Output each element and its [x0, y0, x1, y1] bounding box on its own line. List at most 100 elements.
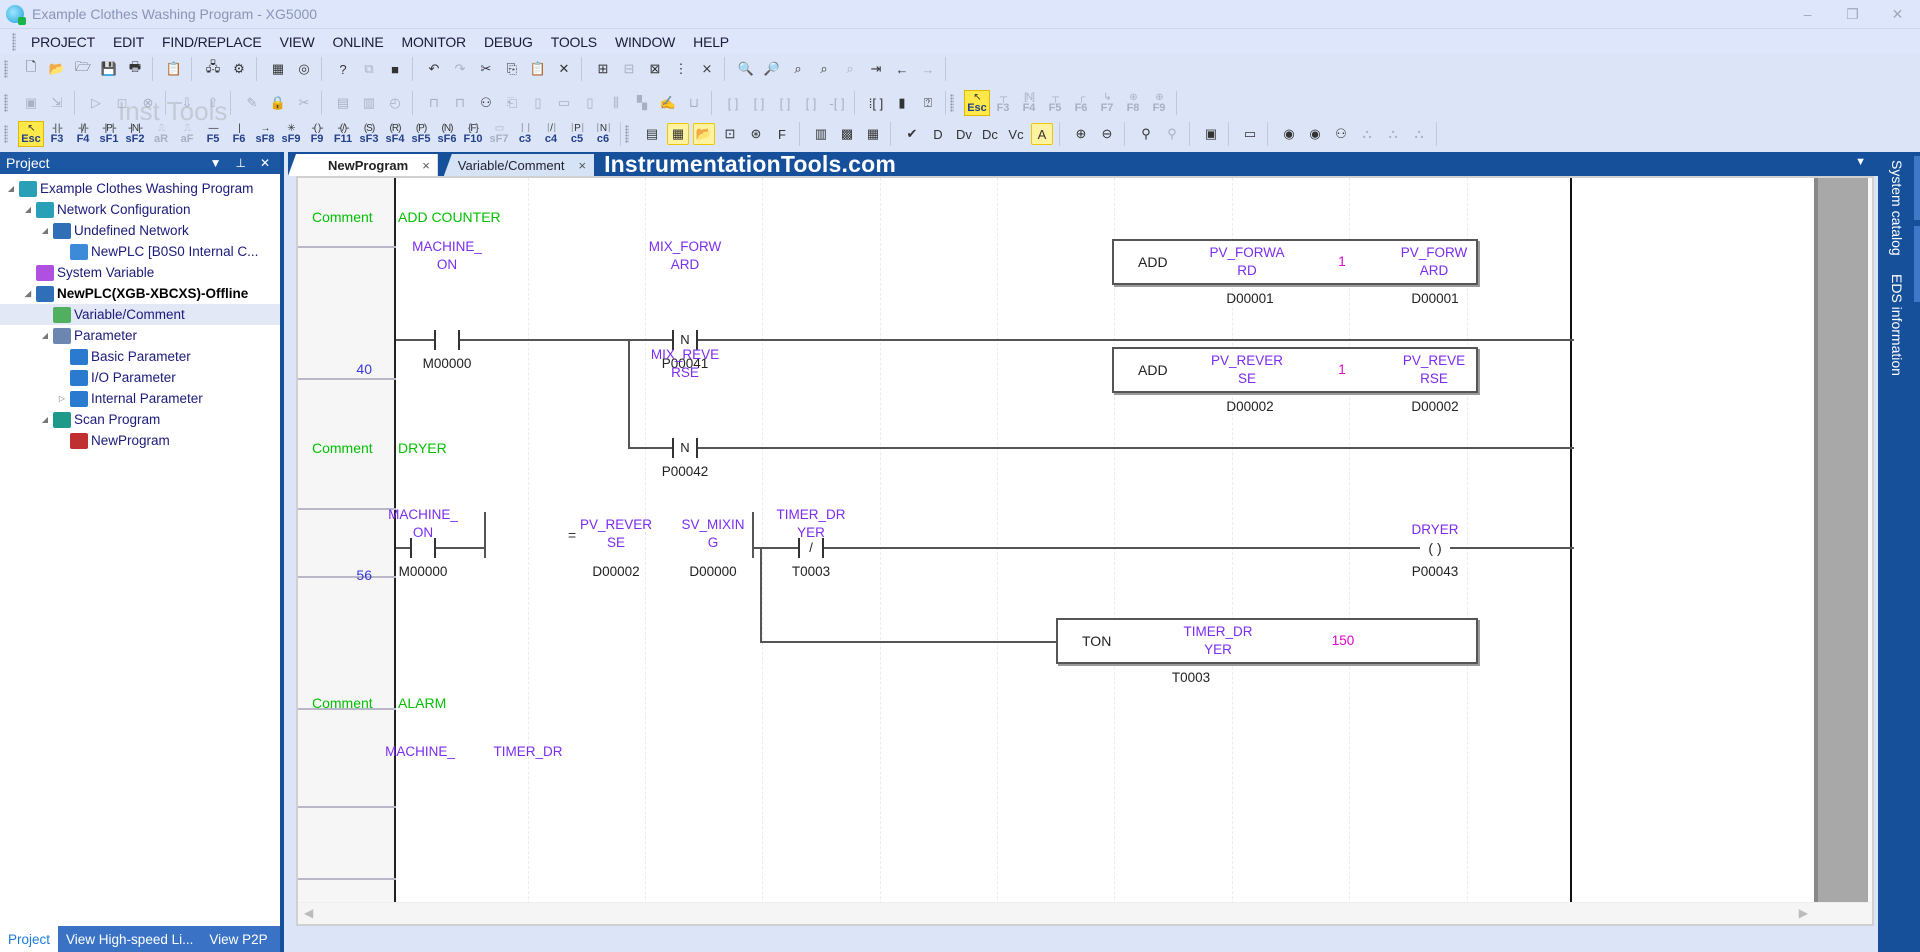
monitor-start-icon[interactable]: ▤: [332, 92, 354, 114]
clipboard-icon[interactable]: 📋: [163, 58, 185, 80]
ladder-key-sf8-button[interactable]: → sF8: [252, 121, 278, 147]
clear-icon[interactable]: ✂: [293, 92, 315, 114]
scroll-left-icon[interactable]: ◀: [304, 906, 313, 920]
comment-text[interactable]: ALARM: [398, 695, 446, 711]
ladder-key-f5-button[interactable]: — F5: [200, 121, 226, 147]
normally-open-contact[interactable]: [410, 538, 436, 558]
menu-tools[interactable]: TOOLS: [542, 34, 606, 50]
expand-toggle-icon[interactable]: ◢: [23, 289, 33, 298]
device-comment-icon[interactable]: Dc: [979, 123, 1001, 145]
message-icon[interactable]: ▭: [1239, 123, 1261, 145]
comment-text[interactable]: DRYER: [398, 440, 447, 456]
ladder-editor[interactable]: Comment ADD COUNTER 40 MACHINE_ ON M00000…: [296, 176, 1874, 926]
ladder-key-sf4-button[interactable]: (R) sF4: [382, 121, 408, 147]
io-list-icon[interactable]: ▦: [667, 123, 689, 145]
toolbar-grip[interactable]: [950, 94, 954, 112]
delete-icon[interactable]: ✕: [553, 58, 575, 80]
tree-node-undefined-network[interactable]: ◢ Undefined Network: [0, 220, 280, 241]
restore-button[interactable]: ❐: [1830, 0, 1875, 28]
ladder-key-sf6-button[interactable]: (N) sF6: [434, 121, 460, 147]
monitor-stop-icon[interactable]: ▥: [358, 92, 380, 114]
pause-icon[interactable]: ⊗: [137, 92, 159, 114]
variable-comment-icon[interactable]: Vc: [1005, 123, 1027, 145]
tree-node-variable-comment[interactable]: Variable/Comment: [0, 304, 280, 325]
close-button[interactable]: ✕: [1875, 0, 1920, 28]
used-device-icon[interactable]: ▩: [836, 123, 858, 145]
ladder-key-f7-button[interactable]: ↳ F7: [1094, 90, 1120, 116]
cross-ref-icon[interactable]: ▥: [810, 123, 832, 145]
tree-node-system-variable[interactable]: System Variable: [0, 262, 280, 283]
ladder-key-f3-button[interactable]: ┬ F3: [990, 90, 1016, 116]
io-assign-icon[interactable]: ▦: [862, 123, 884, 145]
rung-icon[interactable]: ⚇: [1330, 123, 1352, 145]
fb-library-icon[interactable]: ⊛: [745, 123, 767, 145]
zoom-out-icon[interactable]: ⊖: [1096, 123, 1118, 145]
ladder-key-c6-button[interactable]: ᛁNᛁ c6: [590, 121, 616, 147]
copy-icon[interactable]: ⎘: [501, 58, 523, 80]
insert-row-icon[interactable]: ⋮: [670, 58, 692, 80]
mode-stop-icon[interactable]: ▣: [20, 92, 42, 114]
pin-icon[interactable]: ⊥: [235, 156, 245, 170]
add-function-block[interactable]: ADD PV_FORWA RD 1 PV_FORW ARD: [1112, 239, 1478, 285]
toolbar-grip[interactable]: [625, 125, 629, 143]
layout-icon[interactable]: ▚: [631, 92, 653, 114]
slot-icon[interactable]: ▯: [579, 92, 601, 114]
mode-program-icon[interactable]: ⇲: [46, 92, 68, 114]
comment-text[interactable]: ADD COUNTER: [398, 209, 501, 225]
insert-line-icon[interactable]: ⊞: [592, 58, 614, 80]
dock-tab-eds-information[interactable]: EDS information: [1882, 270, 1912, 390]
toolbar-grip[interactable]: [4, 94, 8, 112]
write-modified-icon[interactable]: ◉: [1304, 123, 1326, 145]
ladder-key-f6-button[interactable]: ┌ F6: [1068, 90, 1094, 116]
tab-view-high-speed-link[interactable]: View High-speed Li...: [58, 926, 201, 952]
screen-icon[interactable]: ▣: [1200, 123, 1222, 145]
close-tab-icon[interactable]: ×: [422, 158, 430, 173]
tab-newprogram[interactable]: NewProgram ×: [288, 154, 438, 176]
tab-project[interactable]: Project: [0, 926, 59, 952]
expand-toggle-icon[interactable]: ◢: [40, 415, 50, 424]
io-monitor-icon[interactable]: ▦: [267, 58, 289, 80]
ladder-key-f4-button[interactable]: [N] F4: [1016, 90, 1042, 116]
ladder-key-sf1-button[interactable]: -|P|- sF1: [96, 121, 122, 147]
back-icon[interactable]: ←: [891, 58, 913, 80]
expand-toggle-icon[interactable]: ◢: [6, 184, 16, 193]
find-device-icon[interactable]: ⌕: [787, 58, 809, 80]
ton-timer-block[interactable]: TON TIMER_DR YER 150: [1056, 618, 1478, 664]
bracket-4-icon[interactable]: [ ]: [800, 92, 822, 114]
ladder-key-f6-button[interactable]: | F6: [226, 121, 252, 147]
replace-device-icon[interactable]: ⌕: [813, 58, 835, 80]
open-program-icon[interactable]: 📂: [693, 123, 715, 145]
bracket-2-icon[interactable]: [ ]: [748, 92, 770, 114]
expand-toggle-icon[interactable]: ▷: [57, 394, 67, 403]
plc-history-icon[interactable]: ⊓: [449, 92, 471, 114]
ladder-key-sf2-button[interactable]: -|N|- sF2: [122, 121, 148, 147]
add-function-block[interactable]: ADD PV_REVER SE 1 PV_REVE RSE: [1112, 347, 1478, 393]
tree-node-newplc-b0s0-internal-c[interactable]: NewPLC [B0S0 Internal C...: [0, 241, 280, 262]
open-project-icon[interactable]: 🗁: [72, 58, 94, 80]
io-map-icon[interactable]: ▯: [527, 92, 549, 114]
menu-edit[interactable]: EDIT: [104, 34, 153, 50]
toolbar-grip[interactable]: [4, 125, 8, 143]
tree-node-basic-parameter[interactable]: Basic Parameter: [0, 346, 280, 367]
redo-icon[interactable]: ↷: [449, 58, 471, 80]
cycle-icon[interactable]: ◎: [293, 58, 315, 80]
panel-dropdown-icon[interactable]: ▼: [210, 156, 222, 170]
close-tab-icon[interactable]: ×: [579, 158, 587, 173]
tree-node-newplc-xgb-xbcxs-offline[interactable]: ◢ NewPLC(XGB-XBCXS)-Offline: [0, 283, 280, 304]
ladder-key-f8-button[interactable]: ⊕ F8: [1120, 90, 1146, 116]
tree-node-internal-parameter[interactable]: ▷ Internal Parameter: [0, 388, 280, 409]
online-settings-icon[interactable]: ⚙: [228, 58, 250, 80]
menu-debug[interactable]: DEBUG: [475, 34, 542, 50]
ladder-key-f10-button[interactable]: {F} F10: [460, 121, 486, 147]
find-next-icon[interactable]: 🔎: [761, 58, 783, 80]
ladder-key-sf9-button[interactable]: ✳ sF9: [278, 121, 304, 147]
find-icon[interactable]: 🔍: [735, 58, 757, 80]
ladder-key-f5-button[interactable]: ┬ F5: [1042, 90, 1068, 116]
menu-view[interactable]: VIEW: [271, 34, 324, 50]
undo-icon[interactable]: ↶: [423, 58, 445, 80]
bookmark-list-icon[interactable]: ▮: [891, 92, 913, 114]
bracket-1-icon[interactable]: [ ]: [722, 92, 744, 114]
online-edit-icon[interactable]: ◉: [1278, 123, 1300, 145]
ladder-key-f9-button[interactable]: ⊕ F9: [1146, 90, 1172, 116]
vertical-scrollbar[interactable]: [1814, 178, 1872, 904]
